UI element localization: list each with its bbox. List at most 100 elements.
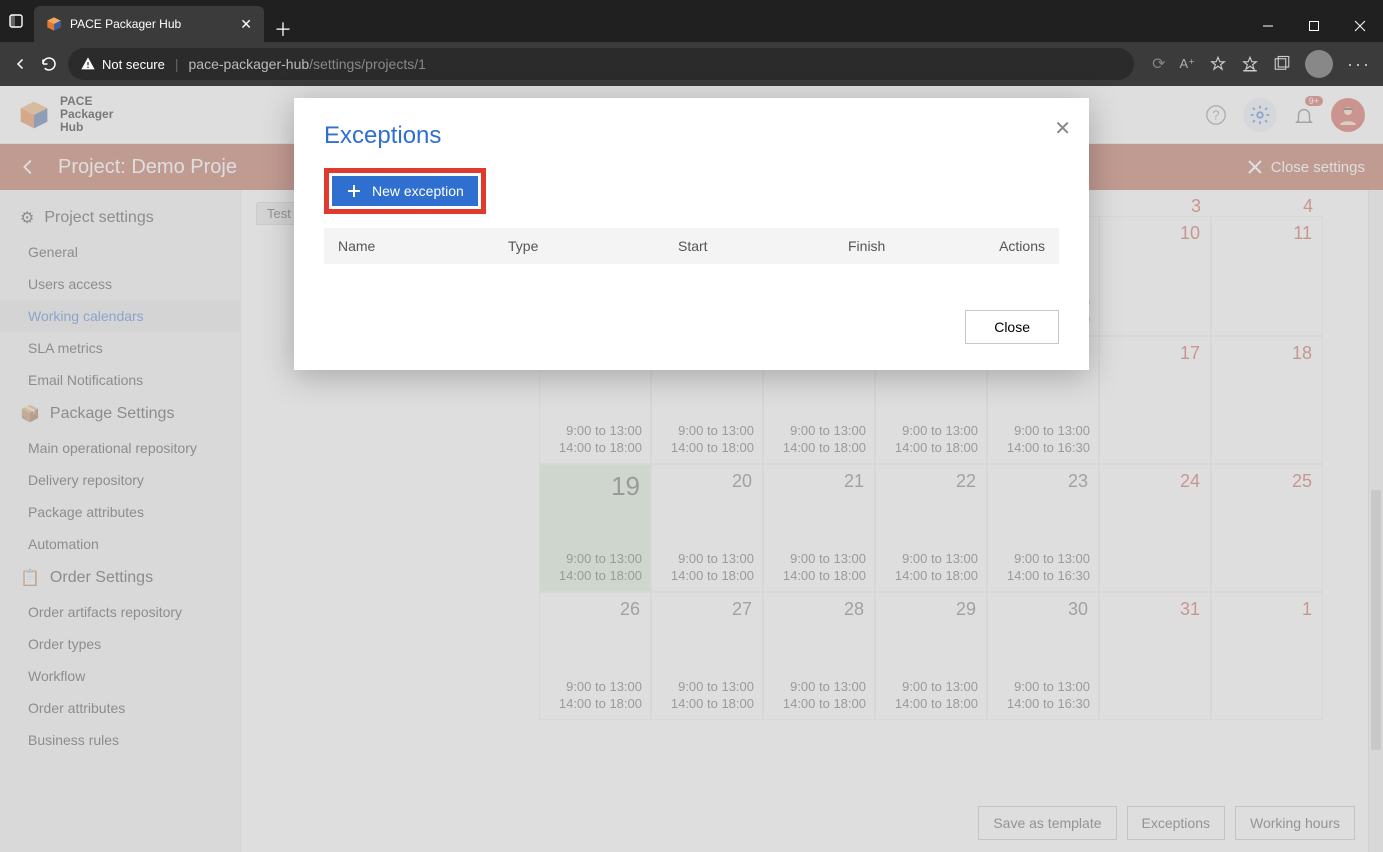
sidebar-item[interactable]: Email Notifications (0, 364, 240, 396)
calendar-cell[interactable]: 269:00 to 13:0014:00 to 18:00 (539, 592, 651, 720)
sidebar-item[interactable]: Business rules (0, 724, 240, 756)
save-as-template-button[interactable]: Save as template (978, 806, 1116, 840)
calendar-cell[interactable]: 25 (1211, 464, 1323, 592)
day-number: 31 (1180, 599, 1200, 620)
address-bar[interactable]: Not secure | pace-packager-hub/settings/… (68, 48, 1134, 80)
modal-close-icon[interactable]: ✕ (1054, 116, 1071, 141)
sidebar-item[interactable]: Automation (0, 528, 240, 560)
working-hours-text: 9:00 to 13:0014:00 to 18:00 (548, 550, 642, 585)
day-number: 17 (1180, 343, 1200, 364)
calendar-cell[interactable]: 20 9:00 to 13:0014:00 to 18:00 (651, 464, 763, 592)
calendar-cell[interactable]: 23 9:00 to 13:0014:00 to 16:30 (987, 464, 1099, 592)
user-avatar[interactable] (1331, 98, 1365, 132)
calendar-cell[interactable]: 219:00 to 13:0014:00 to 18:00 (763, 464, 875, 592)
window-maximize-icon[interactable] (1291, 10, 1337, 42)
sidebar-item[interactable]: SLA metrics (0, 332, 240, 364)
th-actions: Actions (998, 238, 1045, 254)
close-settings-button[interactable]: Close settings (1247, 159, 1365, 176)
working-hours-text: 9:00 to 13:0014:00 to 18:00 (660, 550, 754, 585)
plus-icon (346, 183, 362, 199)
calendar-cell[interactable]: 18 (1211, 336, 1323, 464)
working-hours-text: 9:00 to 13:0014:00 to 18:00 (884, 550, 978, 585)
modal-close-button[interactable]: Close (965, 310, 1059, 344)
sidebar-item[interactable]: Package attributes (0, 496, 240, 528)
sidebar-item[interactable]: Working calendars (0, 300, 240, 332)
day-number: 3 (1191, 196, 1201, 217)
day-number: 25 (1292, 471, 1312, 492)
calendar-cell[interactable]: 17 (1099, 336, 1211, 464)
exceptions-button[interactable]: Exceptions (1127, 806, 1225, 840)
day-number: 10 (1180, 223, 1200, 244)
scrollbar-thumb[interactable] (1371, 490, 1381, 750)
section-icon: 📦 (20, 404, 40, 424)
th-type: Type (508, 238, 678, 254)
settings-icon[interactable] (1243, 98, 1277, 132)
tab-title: PACE Packager Hub (70, 17, 232, 31)
close-icon (1247, 159, 1263, 175)
day-number: 30 (1068, 599, 1088, 620)
vertical-scrollbar[interactable] (1368, 190, 1383, 852)
sidebar-section-header: ⚙Project settings (0, 200, 240, 236)
sidebar-item[interactable]: Workflow (0, 660, 240, 692)
notification-badge: 9+ (1305, 96, 1323, 106)
security-indicator[interactable]: Not secure (80, 56, 165, 72)
back-to-projects-icon[interactable] (18, 156, 40, 178)
day-number: 20 (732, 471, 752, 492)
calendar-cell[interactable]: 3 (1099, 190, 1211, 216)
calendar-cell[interactable]: 309:00 to 13:0014:00 to 16:30 (987, 592, 1099, 720)
exceptions-modal: Exceptions ✕ New exception Name Type Sta… (294, 98, 1089, 370)
calendar-cell[interactable]: 229:00 to 13:0014:00 to 18:00 (875, 464, 987, 592)
calendar-cell[interactable]: 4 (1211, 190, 1323, 216)
working-hours-button[interactable]: Working hours (1235, 806, 1355, 840)
calendar-cell[interactable]: 299:00 to 13:0014:00 to 18:00 (875, 592, 987, 720)
day-number: 1 (1302, 599, 1312, 620)
working-hours-text: 9:00 to 13:0014:00 to 18:00 (772, 422, 866, 457)
sidebar-item[interactable]: Main operational repository (0, 432, 240, 464)
sidebar-item[interactable]: Users access (0, 268, 240, 300)
sidebar-item[interactable]: Delivery repository (0, 464, 240, 496)
working-hours-text: 9:00 to 13:0014:00 to 16:30 (996, 422, 1090, 457)
refresh-icon[interactable] (40, 55, 58, 73)
read-aloud-icon[interactable]: A⁺ (1179, 56, 1195, 72)
working-hours-text: 9:00 to 13:0014:00 to 18:00 (772, 678, 866, 713)
profile-avatar[interactable] (1305, 50, 1333, 78)
sidebar-item[interactable]: Order artifacts repository (0, 596, 240, 628)
calendar-cell[interactable]: 279:00 to 13:0014:00 to 18:00 (651, 592, 763, 720)
calendar-cell[interactable]: 199:00 to 13:0014:00 to 18:00 (539, 464, 651, 592)
tab-close-icon[interactable]: ✕ (240, 16, 252, 33)
day-number: 4 (1303, 196, 1313, 217)
sidebar-item[interactable]: Order types (0, 628, 240, 660)
window-minimize-icon[interactable] (1245, 10, 1291, 42)
warning-icon (80, 56, 96, 72)
day-number: 27 (732, 599, 752, 620)
sync-icon[interactable]: ⟳ (1152, 54, 1165, 74)
day-number: 11 (1293, 223, 1312, 244)
working-hours-text: 9:00 to 13:0014:00 to 16:30 (996, 550, 1090, 585)
back-icon[interactable] (12, 55, 30, 73)
new-tab-button[interactable]: ＋ (264, 16, 302, 42)
calendar-cell[interactable]: 31 (1099, 592, 1211, 720)
help-icon[interactable]: ? (1199, 98, 1233, 132)
project-title: Project: Demo Proje (58, 156, 237, 179)
window-close-icon[interactable] (1337, 10, 1383, 42)
calendar-cell[interactable]: 289:00 to 13:0014:00 to 18:00 (763, 592, 875, 720)
menu-icon[interactable]: ··· (1347, 54, 1371, 75)
app-logo-icon (18, 99, 50, 131)
sidebar-item[interactable]: Order attributes (0, 692, 240, 724)
notifications-icon[interactable]: 9+ (1287, 98, 1321, 132)
favorites-icon[interactable] (1209, 55, 1227, 73)
calendar-cell[interactable]: 1 (1211, 592, 1323, 720)
calendar-cell[interactable]: 10 (1099, 216, 1211, 336)
calendar-cell[interactable]: 24 (1099, 464, 1211, 592)
collections-icon[interactable] (1273, 55, 1291, 73)
tab-actions-icon[interactable] (8, 13, 26, 29)
working-hours-text: 9:00 to 13:0014:00 to 18:00 (772, 550, 866, 585)
modal-title: Exceptions (324, 122, 1059, 150)
calendar-cell[interactable]: 11 (1211, 216, 1323, 336)
day-number: 23 (1068, 471, 1088, 492)
browser-tab[interactable]: PACE Packager Hub ✕ (34, 6, 264, 42)
new-exception-button[interactable]: New exception (332, 176, 478, 206)
working-hours-text: 9:00 to 13:0014:00 to 18:00 (884, 422, 978, 457)
favorites-bar-icon[interactable] (1241, 55, 1259, 73)
sidebar-item[interactable]: General (0, 236, 240, 268)
